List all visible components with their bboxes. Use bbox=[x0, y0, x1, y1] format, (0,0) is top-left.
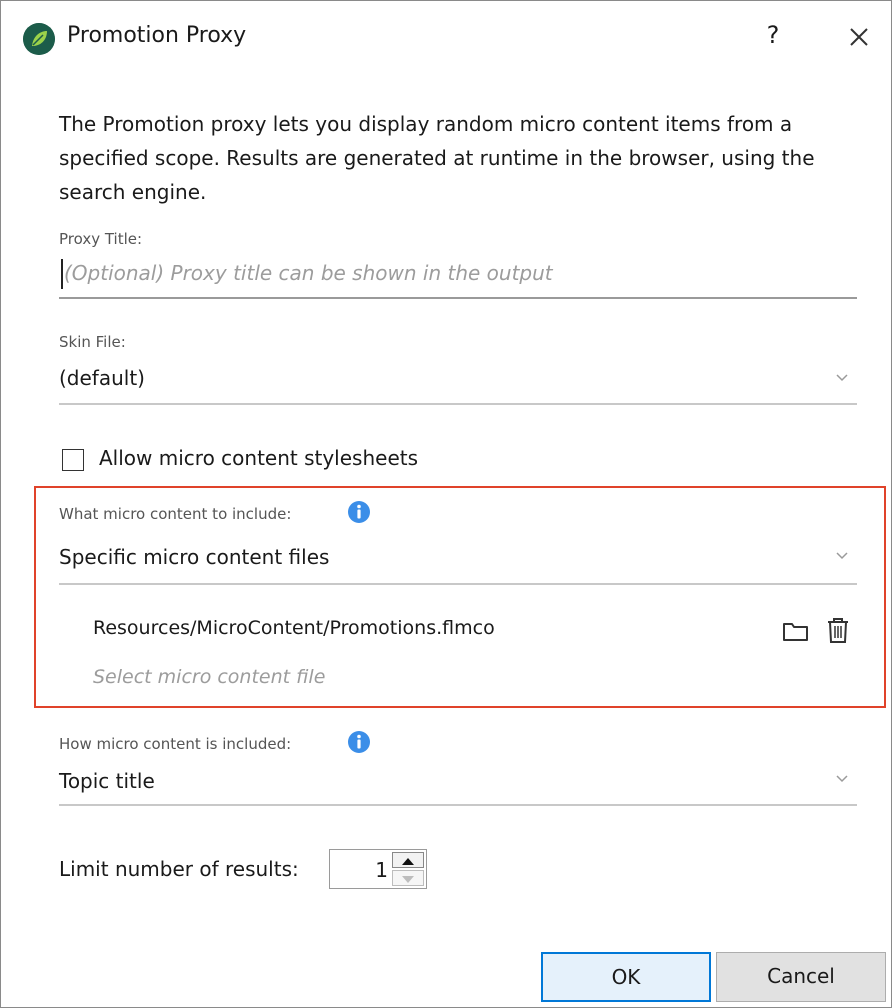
triangle-down-icon bbox=[402, 876, 414, 883]
close-icon[interactable] bbox=[843, 21, 875, 53]
promotion-proxy-dialog: Promotion Proxy ? The Promotion proxy le… bbox=[0, 0, 892, 1008]
info-icon[interactable] bbox=[347, 730, 371, 754]
help-button[interactable]: ? bbox=[761, 19, 785, 51]
leaf-app-icon bbox=[23, 23, 55, 55]
limit-results-label: Limit number of results: bbox=[59, 857, 299, 881]
skin-file-underline bbox=[59, 403, 857, 405]
chevron-down-icon[interactable] bbox=[835, 774, 849, 784]
folder-icon[interactable] bbox=[782, 619, 810, 643]
limit-results-stepper[interactable]: 1 bbox=[329, 849, 427, 889]
allow-stylesheets-checkbox[interactable] bbox=[62, 449, 84, 471]
description-text: The Promotion proxy lets you display ran… bbox=[59, 112, 815, 204]
skin-file-label: Skin File: bbox=[59, 333, 126, 351]
proxy-title-label: Proxy Title: bbox=[59, 230, 143, 248]
proxy-title-underline bbox=[59, 297, 857, 299]
how-included-label: How micro content is included: bbox=[59, 735, 292, 753]
select-micro-content-file[interactable]: Select micro content file bbox=[93, 666, 325, 688]
ok-button[interactable]: OK bbox=[541, 952, 711, 1002]
stepper-buttons bbox=[392, 852, 424, 886]
info-icon[interactable] bbox=[347, 500, 371, 524]
chevron-down-icon[interactable] bbox=[835, 373, 849, 383]
allow-stylesheets-label: Allow micro content stylesheets bbox=[99, 446, 419, 470]
stepper-up-button[interactable] bbox=[392, 852, 424, 868]
window-title: Promotion Proxy bbox=[67, 23, 247, 48]
limit-results-value[interactable]: 1 bbox=[375, 858, 388, 882]
proxy-title-input[interactable]: (Optional) Proxy title can be shown in t… bbox=[64, 261, 553, 285]
title-bar: Promotion Proxy ? bbox=[1, 1, 891, 71]
what-to-include-select[interactable]: Specific micro content files bbox=[59, 545, 329, 569]
trash-icon[interactable] bbox=[825, 616, 851, 644]
how-included-underline bbox=[59, 804, 857, 806]
chevron-down-icon[interactable] bbox=[835, 551, 849, 561]
what-to-include-underline bbox=[59, 583, 857, 585]
stepper-down-button[interactable] bbox=[392, 870, 424, 886]
text-caret bbox=[61, 259, 63, 289]
what-to-include-label: What micro content to include: bbox=[59, 505, 292, 523]
cancel-button[interactable]: Cancel bbox=[716, 952, 886, 1002]
skin-file-select[interactable]: (default) bbox=[59, 366, 145, 390]
how-included-select[interactable]: Topic title bbox=[59, 769, 155, 793]
triangle-up-icon bbox=[402, 858, 414, 865]
micro-content-file-item[interactable]: Resources/MicroContent/Promotions.flmco bbox=[93, 617, 495, 639]
